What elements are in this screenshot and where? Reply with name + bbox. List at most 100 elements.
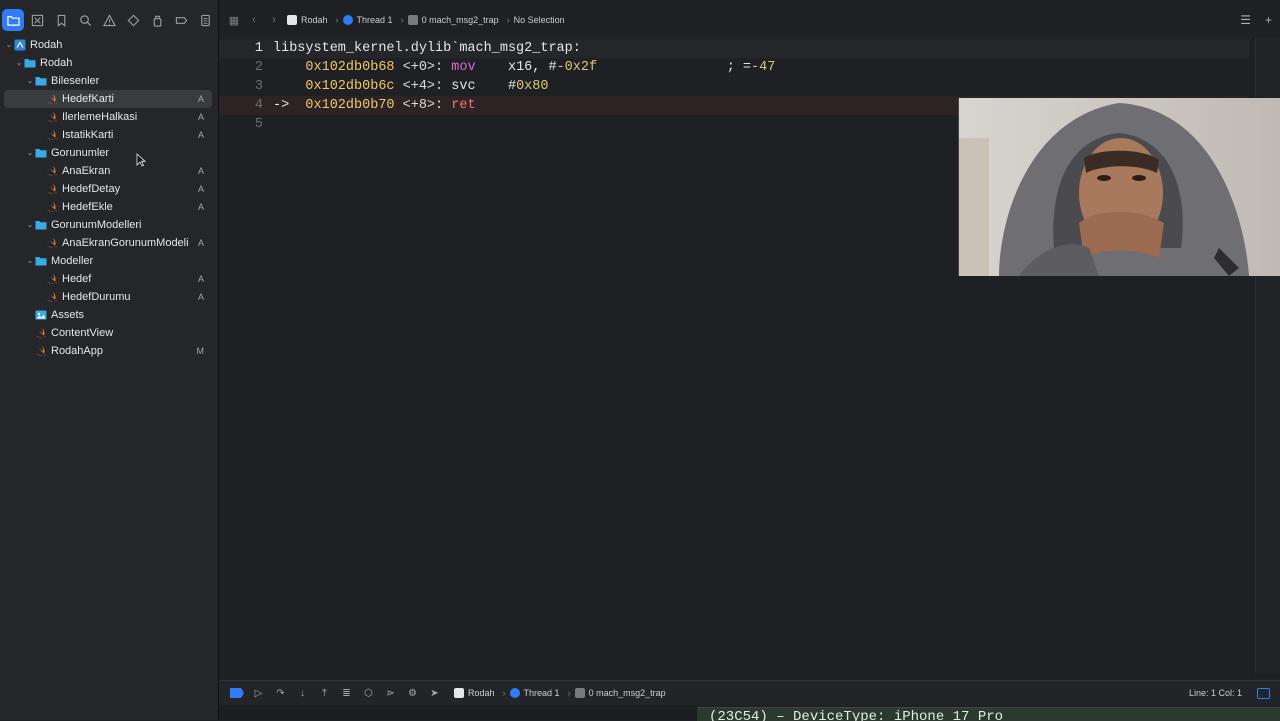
debug-breadcrumb-frame[interactable]: 0 mach_msg2_trap — [574, 688, 666, 698]
thread-icon — [342, 15, 353, 25]
code-token: x16, # — [475, 60, 557, 75]
disclosure-chevron-icon[interactable]: ⌄ — [25, 216, 35, 234]
tree-item[interactable]: Assets — [0, 306, 218, 324]
warning-icon[interactable] — [98, 9, 120, 31]
add-editor-icon[interactable]: + — [1265, 13, 1272, 27]
tree-item[interactable]: IstatikKarti A — [0, 126, 218, 144]
breadcrumb-frame[interactable]: 0 mach_msg2_trap — [407, 15, 499, 25]
code-line[interactable]: 2 0x102db0b68 <+0>: mov x16, #-0x2f ; =-… — [219, 58, 1249, 77]
code-token: mov — [451, 60, 476, 75]
tree-item[interactable]: ⌄ Bilesenler — [0, 72, 218, 90]
location-icon[interactable]: ➤ — [427, 686, 442, 701]
swift-file-icon — [47, 130, 57, 140]
diamond-icon[interactable] — [122, 9, 144, 31]
tree-item[interactable]: ⌄ Modeller — [0, 252, 218, 270]
disclosure-chevron-icon[interactable]: ⌄ — [4, 36, 14, 54]
line-number[interactable]: 3 — [219, 77, 263, 96]
disclosure-chevron-icon[interactable]: ⌄ — [25, 72, 35, 90]
breadcrumb-project[interactable]: Rodah — [287, 15, 328, 25]
tree-item-label: Gorunumler — [51, 147, 110, 159]
console-output[interactable]: (23C54) – DeviceType: iPhone 17 Pro — [697, 707, 1280, 721]
scm-status-badge: A — [197, 292, 204, 302]
code-token: -47 — [751, 60, 776, 75]
scm-status-badge: A — [197, 202, 204, 212]
code-line[interactable]: 3 0x102db0b6c <+4>: svc #0x80 — [219, 77, 1249, 96]
code-line[interactable]: 1 libsystem_kernel.dylib`mach_msg2_trap: — [219, 39, 1249, 58]
tree-item-label: HedefDurumu — [62, 291, 131, 303]
debug-breadcrumb-thread[interactable]: Thread 1 — [509, 688, 560, 698]
breadcrumb-separator-icon: › — [567, 688, 571, 698]
continue-icon[interactable]: ▷ — [251, 686, 266, 701]
webcam-person-image — [959, 98, 1280, 276]
code-token: <+8>: — [394, 98, 452, 113]
memory-graph-icon[interactable]: ⬡ — [361, 686, 376, 701]
tree-item[interactable]: AnaEkran A — [0, 162, 218, 180]
environment-overrides-icon[interactable]: ⚙ — [405, 686, 420, 701]
forward-chevron-icon[interactable]: › — [267, 13, 281, 27]
console-toggle-icon[interactable] — [1257, 687, 1270, 699]
cursor-position: Line: 1 Col: 1 — [1188, 688, 1242, 698]
tree-item-label: RodahApp — [51, 345, 103, 357]
tree-item[interactable]: RodahApp M — [0, 342, 218, 360]
step-out-icon[interactable]: ⤒ — [317, 686, 332, 701]
tree-item-label: Modeller — [51, 255, 94, 267]
line-number[interactable]: 5 — [219, 115, 263, 134]
code-text: 0x102db0b68 <+0>: mov x16, #-0x2f ; =-47 — [273, 58, 775, 77]
code-text: libsystem_kernel.dylib`mach_msg2_trap: — [273, 39, 581, 58]
disclosure-chevron-icon[interactable]: ⌄ — [14, 54, 24, 72]
tree-item[interactable]: HedefDetay A — [0, 180, 218, 198]
tag-icon[interactable] — [170, 9, 192, 31]
debug-breadcrumb-project[interactable]: Rodah — [454, 688, 495, 698]
spray-icon[interactable] — [146, 9, 168, 31]
tree-item[interactable]: Hedef A — [0, 270, 218, 288]
tree-item[interactable]: ⌄ GorunumModelleri — [0, 216, 218, 234]
jump-bar: ▦ ‹ › Rodah › Thread 1 › 0 mach_msg2_tra… — [219, 8, 1280, 32]
code-token: svc — [451, 79, 476, 94]
tree-item[interactable]: ⌄ Rodah — [0, 36, 218, 54]
debug-bar: ▷ ↷ ↓ ⤒ ≣ ⬡ ⋗ ⚙ ➤ Rodah › Thread 1 › 0 m… — [219, 680, 1280, 705]
folder-icon — [35, 77, 47, 86]
tree-item[interactable]: IlerlemeHalkasi A — [0, 108, 218, 126]
line-number[interactable]: 2 — [219, 58, 263, 77]
step-over-icon[interactable]: ↷ — [273, 686, 288, 701]
breadcrumb-selection[interactable]: No Selection — [514, 15, 565, 25]
swift-file-icon — [47, 94, 57, 104]
disclosure-chevron-icon[interactable]: ⌄ — [25, 252, 35, 270]
frame-icon — [574, 688, 585, 698]
share-icon[interactable]: ⋗ — [383, 686, 398, 701]
tree-item[interactable]: HedefEkle A — [0, 198, 218, 216]
search-icon[interactable] — [74, 9, 96, 31]
scm-status-badge: A — [197, 184, 204, 194]
tree-item-label: IstatikKarti — [62, 129, 114, 141]
bookmark-icon[interactable] — [50, 9, 72, 31]
tree-item[interactable]: ⌄ Gorunumler — [0, 144, 218, 162]
code-token: -0x2f — [556, 60, 598, 75]
line-number[interactable]: 1 — [219, 39, 263, 58]
line-number[interactable]: 4 — [219, 96, 263, 115]
back-chevron-icon[interactable]: ‹ — [247, 13, 261, 27]
variables-pane[interactable] — [219, 705, 697, 720]
x-square-icon[interactable] — [26, 9, 48, 31]
disclosure-chevron-icon[interactable]: ⌄ — [25, 144, 35, 162]
inspector-toggle-icon[interactable]: ☰ — [1240, 13, 1251, 27]
scm-status-badge: A — [197, 166, 204, 176]
tree-item[interactable]: HedefDurumu A — [0, 288, 218, 306]
project-icon — [14, 39, 26, 51]
step-into-icon[interactable]: ↓ — [295, 686, 310, 701]
folder-icon[interactable] — [2, 9, 24, 31]
tree-item[interactable]: ContentView — [0, 324, 218, 342]
tree-item[interactable]: HedefKarti A — [4, 90, 212, 108]
folder-icon — [24, 59, 36, 68]
breakpoints-toggle-icon[interactable] — [229, 686, 244, 701]
grid-icon[interactable]: ▦ — [227, 13, 241, 27]
app-icon — [454, 688, 464, 698]
code-token: libsystem_kernel.dylib`mach_msg2_trap: — [273, 41, 581, 56]
tree-item-label: Hedef — [62, 273, 92, 285]
breadcrumb-thread[interactable]: Thread 1 — [342, 15, 393, 25]
frame-icon — [407, 15, 418, 25]
tree-item-label: Bilesenler — [51, 75, 100, 87]
report-icon[interactable] — [194, 9, 216, 31]
tree-item[interactable]: ⌄ Rodah — [0, 54, 218, 72]
tree-item[interactable]: AnaEkranGorunumModeli A — [0, 234, 218, 252]
view-hierarchy-icon[interactable]: ≣ — [339, 686, 354, 701]
